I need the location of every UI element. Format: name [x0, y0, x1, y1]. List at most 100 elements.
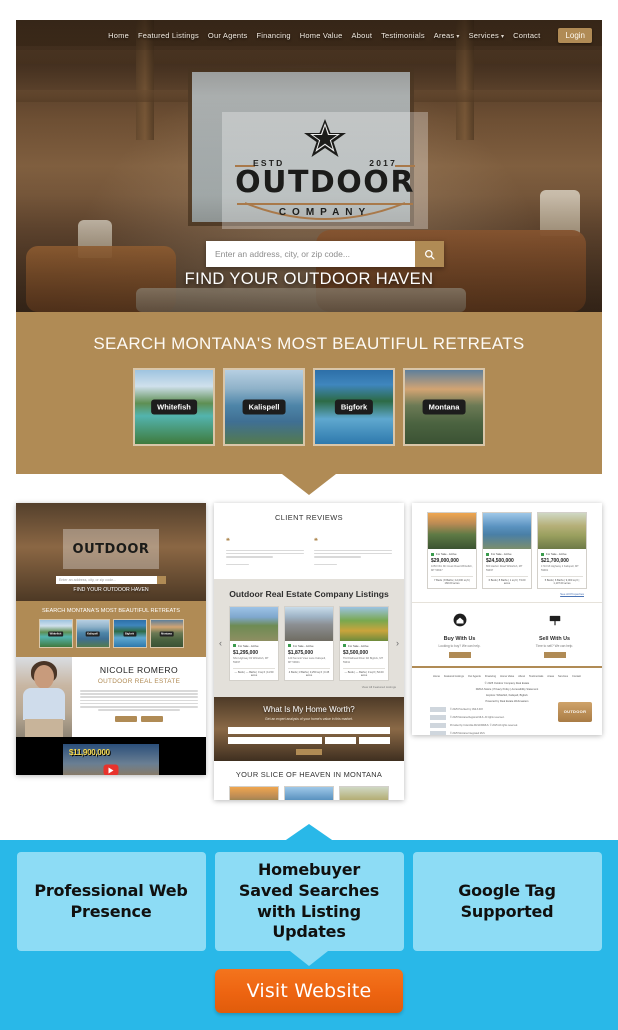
search-button[interactable] [415, 241, 444, 267]
listing-specs: — Beds | — Baths | 0 sq ft | 52.00 acres [343, 667, 385, 677]
mini-city-card: Kalispell [75, 619, 110, 648]
nav-item-services[interactable]: Services ▾ [469, 31, 505, 40]
city-card-bigfork[interactable]: Bigfork [313, 368, 395, 446]
slice-of-heaven-block: YOUR SLICE OF HEAVEN IN MONTANA For Sale… [214, 760, 404, 800]
listing-card[interactable]: For Sale - Active $12,500,000 Nhn Flathe… [284, 785, 334, 800]
listing-status: For Sale - Active [293, 643, 314, 648]
footer-link[interactable]: Areas [547, 675, 554, 678]
home-worth-field-row [228, 736, 390, 744]
retreats-section: SEARCH MONTANA'S MOST BEAUTIFUL RETREATS… [16, 312, 602, 474]
city-card-kalispell[interactable]: Kalispell [223, 368, 305, 446]
search-icon [157, 576, 166, 584]
listing-card[interactable]: For Sale - Active $769,000 1180 Country … [229, 785, 279, 800]
nav-item-featured-listings[interactable]: Featured Listings [138, 31, 199, 40]
nav-label: Contact [513, 30, 541, 40]
chevron-right-icon[interactable]: › [396, 638, 399, 648]
feature-box-arrow [290, 951, 328, 966]
nav-item-areas[interactable]: Areas ▾ [434, 31, 460, 40]
listing-card[interactable]: For Sale - Active $1,875,000 120 Summit … [284, 605, 334, 681]
city-card-montana[interactable]: Montana [403, 368, 485, 446]
footer-link[interactable]: Services [558, 675, 568, 678]
footer-link[interactable]: About [518, 675, 525, 678]
screenshot-homepage-top[interactable]: OUTDOOR Enter an address, city, or zip c… [16, 503, 206, 775]
listing-specs: 5 Beds | 6 Baths | 9,000 sq ft | 1,107.0… [541, 575, 583, 585]
search-input[interactable] [206, 241, 415, 267]
home-worth-subtitle: Get an expert analysis of your home's va… [265, 716, 353, 721]
listing-cards: For Sale - Active $1,295,000 Nhn Highway… [214, 605, 404, 681]
footer-link[interactable]: Home [433, 675, 440, 678]
home-worth-street-field[interactable] [228, 726, 390, 734]
listing-status: For Sale - Active [436, 552, 457, 556]
listing-card[interactable]: For Sale - Active $29,000,000 1050 Nhn M… [427, 512, 477, 589]
video-thumbnail: $11,900,000 [63, 744, 159, 775]
review-quotes: ❝ ❝ [214, 522, 404, 567]
listing-address: Nhn Highway 93 Whitefish, MT 59937 [233, 656, 269, 664]
footer-link[interactable]: Testimonials [529, 675, 543, 678]
footer-legal[interactable]: DMCA Notice | Privacy Policy | Accessibi… [476, 688, 538, 691]
listing-card[interactable]: For Sale - Active $3,125,000 455 Ridgevi… [339, 785, 389, 800]
listing-card[interactable]: For Sale - Active $1,295,000 Nhn Highway… [229, 605, 279, 681]
buy-with-us-column: Buy With Us Looking to buy? We can help. [412, 613, 507, 658]
screenshot-homepage-middle[interactable]: CLIENT REVIEWS ❝ ❝ Outdoor Real Estate C… [214, 503, 404, 800]
login-button[interactable]: Login [558, 27, 592, 43]
sell-with-us-column: Sell With Us Time to sell? We can help. [507, 613, 602, 658]
agent-photo [16, 657, 72, 737]
listing-card[interactable]: For Sale - Active $21,700,000 1710 Mt Hi… [537, 512, 587, 589]
slice-listing-cards: For Sale - Active $769,000 1180 Country … [214, 785, 404, 800]
listing-price: $1,295,000 [233, 649, 259, 656]
quote-icon: ❝ [314, 538, 318, 545]
city-label: Whitefish [151, 399, 197, 415]
home-worth-zip-field[interactable] [358, 736, 390, 744]
listing-status: For Sale - Active [546, 552, 567, 556]
listing-card[interactable]: For Sale - Active $3,500,000 Tbd Flathea… [339, 605, 389, 681]
feature-box-google-tag-supported: Google Tag Supported [412, 852, 602, 951]
view-all-listings-link[interactable]: View All Featured Listings [214, 681, 404, 689]
footer-link[interactable]: Financing [485, 675, 496, 678]
listing-cards: For Sale - Active $29,000,000 1050 Nhn M… [420, 512, 594, 589]
home-worth-block: What Is My Home Worth? Get an expert ana… [214, 696, 404, 761]
agent-button [141, 715, 163, 722]
see-all-properties-link[interactable]: See All Properties [420, 589, 594, 596]
footer-link[interactable]: Our Agents [468, 675, 481, 678]
nav-item-home[interactable]: Home [108, 31, 129, 40]
listing-price: $24,500,000 [486, 558, 514, 564]
listing-specs: 6 Beds | 8 Baths | 1 sq ft | 73.00 acres [486, 575, 528, 585]
footer-explore[interactable]: Explore: Whitefish, Kalispell, Bigfork [486, 694, 528, 697]
nav-item-about[interactable]: About [352, 31, 373, 40]
buy-contact-button[interactable] [448, 651, 471, 658]
mini-search: Enter an address, city, or zip code... [56, 576, 166, 584]
city-card-whitefish[interactable]: Whitefish [133, 368, 215, 446]
mini-city-card: Montana [149, 619, 184, 648]
buy-sell-cta: Buy With Us Looking to buy? We can help.… [412, 601, 602, 666]
nav-item-contact[interactable]: Contact [513, 31, 540, 40]
chevron-down-icon: ▾ [500, 33, 505, 40]
nav-label: Testimonials [381, 30, 425, 40]
nav-item-testimonials[interactable]: Testimonials [381, 31, 425, 40]
feature-boxes: Professional Web Presence Homebuyer Save… [0, 852, 618, 951]
mls-text: © 2025 Provided by CMLS IDX [450, 707, 483, 711]
nav-item-our-agents[interactable]: Our Agents [208, 31, 248, 40]
footer-link[interactable]: Featured Listings [444, 675, 464, 678]
feature-box-professional-web-presence: Professional Web Presence [16, 852, 206, 951]
visit-website-button[interactable]: Visit Website [215, 969, 403, 1013]
home-worth-city-field[interactable] [228, 736, 322, 744]
listing-card[interactable]: For Sale - Active $24,500,000 800 Harbor… [482, 512, 532, 589]
mls-logo-icon [430, 706, 446, 712]
sell-subtitle: Time to sell? We can help. [535, 643, 574, 648]
footer-link[interactable]: Contact [572, 675, 581, 678]
listing-address: 1050 Nhn Mt Creek Road Whitefish, MT 599… [431, 565, 473, 572]
agent-button [115, 715, 137, 722]
footer-link[interactable]: Home Value [500, 675, 514, 678]
screenshot-homepage-bottom[interactable]: For Sale - Active $29,000,000 1050 Nhn M… [412, 503, 602, 735]
chevron-left-icon[interactable]: ‹ [219, 638, 222, 648]
listing-status: For Sale - Active [348, 643, 369, 648]
nav-item-home-value[interactable]: Home Value [300, 31, 343, 40]
chevron-down-icon: ▾ [456, 33, 460, 40]
listing-price: $3,500,000 [343, 649, 369, 656]
home-worth-state-field[interactable] [324, 736, 356, 744]
home-worth-submit-button[interactable] [296, 748, 322, 755]
nav-item-financing[interactable]: Financing [256, 31, 290, 40]
mini-city-label: Montana [159, 631, 174, 636]
sell-contact-button[interactable] [543, 651, 566, 658]
features-section-arrow [283, 824, 335, 842]
